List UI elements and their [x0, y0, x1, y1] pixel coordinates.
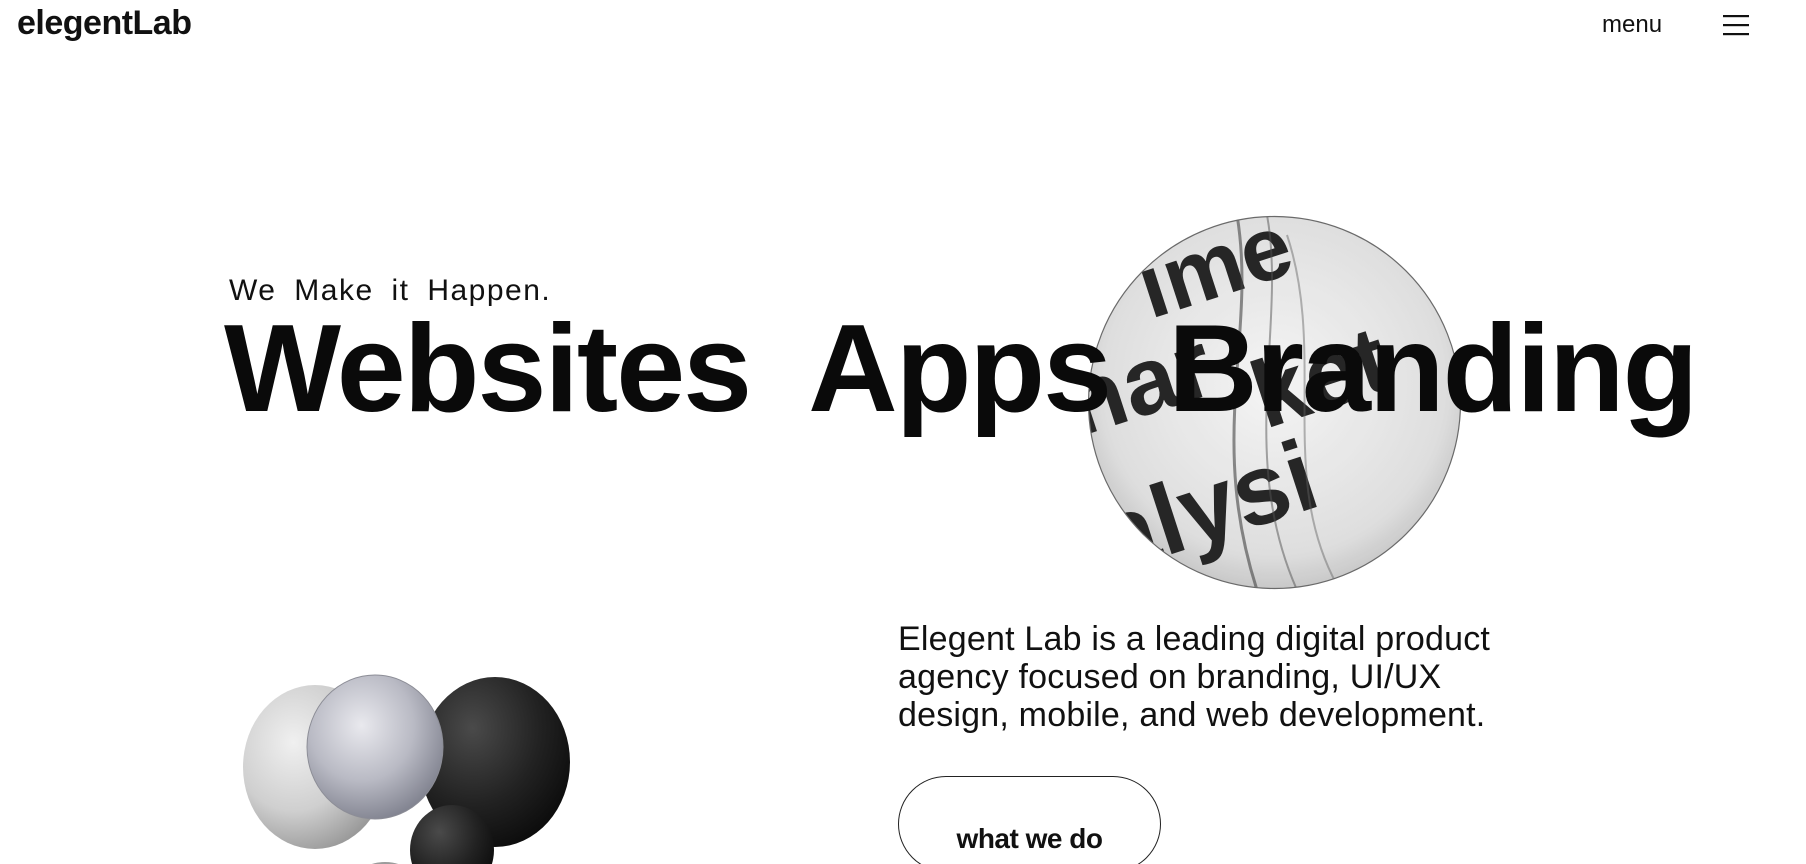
menu-link[interactable]: menu: [1602, 11, 1662, 39]
agency-description: Elegent Lab is a leading digital product…: [898, 620, 1491, 734]
spheres-illustration: [243, 674, 570, 864]
headline-word-apps: Apps: [808, 300, 1112, 438]
hamburger-icon[interactable]: [1723, 14, 1749, 36]
headline-word-branding: Branding: [1168, 300, 1698, 438]
what-we-do-button[interactable]: what we do: [898, 776, 1161, 864]
hero-headline: Websites Apps Branding: [224, 307, 1698, 431]
landing-page: elegentLab menu We Make it Happen. ime n…: [0, 0, 1806, 864]
headline-word-websites: Websites: [224, 300, 752, 438]
brand-logo[interactable]: elegentLab: [17, 4, 192, 43]
